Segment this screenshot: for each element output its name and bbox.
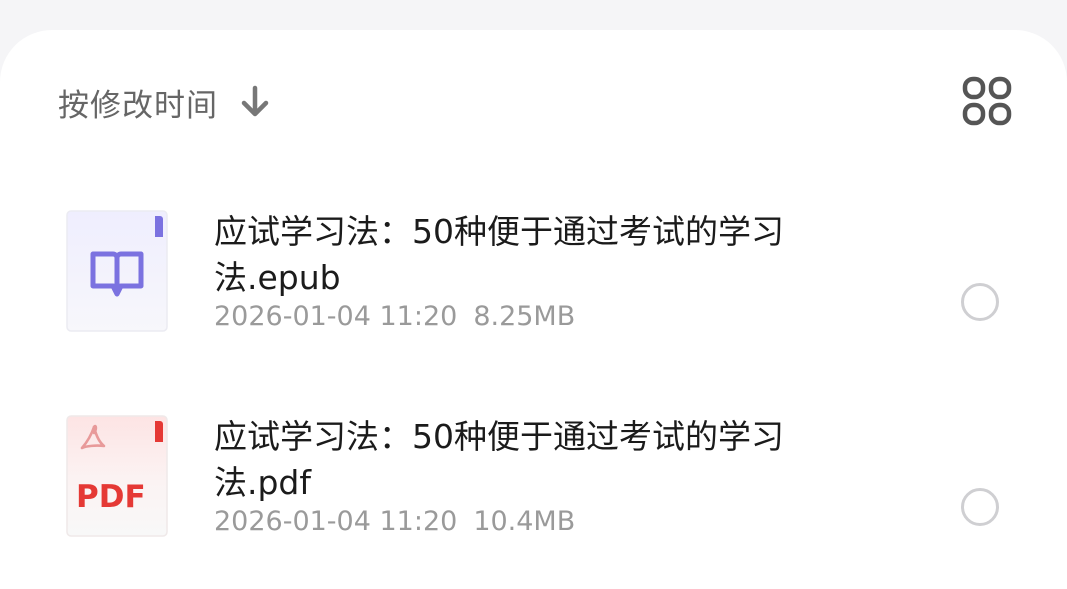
grid-view-icon (962, 76, 1012, 130)
select-radio[interactable] (961, 283, 999, 321)
file-row-pdf[interactable]: PDF 应试学习法：50种便于通过考试的学习法.pdf 2026-01-04 1… (0, 400, 1067, 560)
file-size: 10.4MB (473, 506, 576, 537)
pdf-file-icon: PDF (66, 415, 168, 537)
grid-view-toggle-button[interactable] (958, 74, 1016, 132)
file-size: 8.25MB (473, 301, 576, 332)
pdf-icon-text: PDF (76, 479, 146, 515)
file-date: 2026-01-04 11:20 (214, 506, 458, 537)
file-meta: 2026-01-04 11:20 10.4MB (214, 506, 575, 537)
epub-book-icon (66, 210, 168, 332)
arrow-down-icon (238, 82, 272, 122)
select-radio[interactable] (961, 488, 999, 526)
file-name: 应试学习法：50种便于通过考试的学习法.epub (214, 212, 784, 297)
file-row-epub[interactable]: 应试学习法：50种便于通过考试的学习法.epub 2026-01-04 11:2… (0, 195, 1067, 355)
file-date: 2026-01-04 11:20 (214, 301, 458, 332)
file-name: 应试学习法：50种便于通过考试的学习法.pdf (214, 417, 784, 502)
file-list-sheet: 按修改时间 应试学习法：50种便于通过考试的学习法.epub 2026-01-0… (0, 30, 1067, 589)
sort-control[interactable]: 按修改时间 (58, 82, 272, 124)
sort-label: 按修改时间 (58, 87, 218, 124)
file-meta: 2026-01-04 11:20 8.25MB (214, 301, 575, 332)
